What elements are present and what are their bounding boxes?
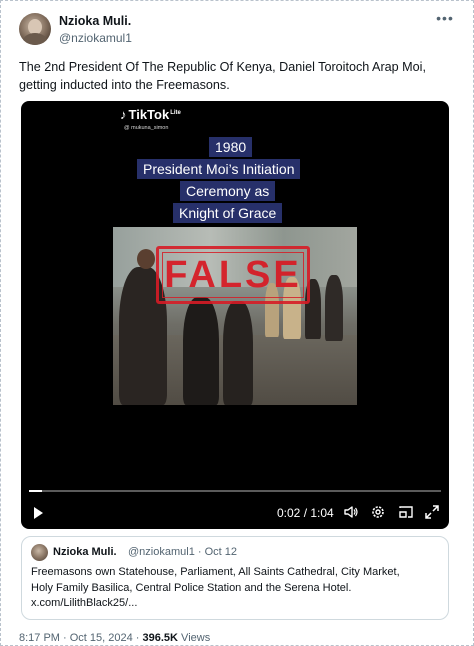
tiktok-logo: ♪ TikTokLite (120, 107, 181, 122)
author-handle[interactable]: @nziokamul1 (59, 31, 132, 45)
pip-icon[interactable] (398, 504, 414, 520)
quoted-tweet[interactable]: Nzioka Muli. @nziokamul1 · Oct 12 Freema… (21, 536, 449, 620)
avatar[interactable] (19, 13, 51, 45)
photo-person (183, 297, 219, 405)
quoted-separator: · (197, 546, 202, 558)
tweet-timestamp[interactable]: 8:17 PM · Oct 15, 2024 · (19, 632, 143, 644)
tiktok-logo-text: TikTok (128, 107, 170, 122)
author-display-name[interactable]: Nzioka Muli. (59, 14, 131, 28)
quoted-handle: @nziokamul1 (128, 546, 195, 558)
more-dots-icon[interactable]: ••• (434, 11, 456, 27)
video-caption-line: 1980 (209, 137, 253, 157)
volume-icon[interactable] (343, 504, 359, 520)
tiktok-lite-label: Lite (170, 109, 181, 116)
video-caption-line: President Moi’s Initiation (137, 159, 301, 179)
settings-icon[interactable] (370, 504, 386, 520)
quoted-text-line: Freemasons own Statehouse, Parliament, A… (31, 566, 400, 578)
photo-person (325, 275, 343, 341)
video-progress-fill (29, 490, 42, 492)
photo-person-head (137, 249, 155, 269)
false-stamp: FALSE (156, 246, 310, 304)
tweet-text: The 2nd President Of The Republic Of Ken… (19, 60, 426, 92)
play-icon[interactable] (30, 505, 46, 521)
video-time: 0:02 / 1:04 (277, 506, 334, 520)
quoted-meta: @nziokamul1 · Oct 12 (128, 546, 237, 558)
views-label: Views (178, 632, 211, 644)
fullscreen-icon[interactable] (424, 504, 440, 520)
quoted-avatar (31, 544, 48, 561)
video-progress-bar[interactable] (29, 490, 441, 492)
tiktok-note-icon: ♪ (120, 107, 127, 122)
views-count: 396.5K (142, 632, 178, 644)
video-caption-line: Knight of Grace (173, 203, 283, 223)
quoted-display-name: Nzioka Muli. (53, 546, 117, 558)
video-frame-photo: FALSE (113, 227, 357, 405)
video-player[interactable]: ♪ TikTokLite @ mukuna_simon 1980 Presiden… (21, 101, 449, 529)
quoted-link[interactable]: x.com/LilithBlack25/... (31, 596, 443, 612)
tweet-card: Nzioka Muli. @nziokamul1 ••• The 2nd Pre… (0, 0, 474, 646)
photo-person (223, 301, 253, 405)
quoted-date: Oct 12 (204, 546, 238, 558)
tweet-footer: 8:17 PM · Oct 15, 2024 · 396.5K Views (19, 632, 210, 644)
false-stamp-text: FALSE (164, 254, 302, 296)
avatar-body (23, 33, 47, 45)
quoted-text: Freemasons own Statehouse, Parliament, A… (31, 565, 443, 612)
tiktok-username: @ mukuna_simon (124, 125, 169, 131)
video-caption-line: Ceremony as (180, 181, 276, 201)
quoted-text-line: Holy Family Basilica, Central Police Sta… (31, 581, 352, 594)
